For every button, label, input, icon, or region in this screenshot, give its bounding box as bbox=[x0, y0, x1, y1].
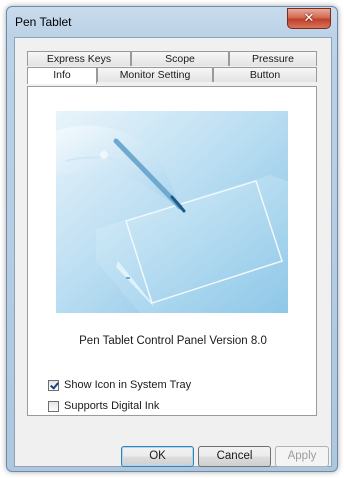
ok-button[interactable]: OK bbox=[121, 446, 194, 467]
tab-scope[interactable]: Scope bbox=[131, 51, 229, 66]
tab-monitor-setting[interactable]: Monitor Setting bbox=[97, 67, 213, 82]
tab-express-keys[interactable]: Express Keys bbox=[27, 51, 131, 66]
tab-row-back: Express Keys Scope Pressure bbox=[27, 51, 317, 67]
pen-tablet-dialog: Pen Tablet ✕ Express Keys Scope Pressure… bbox=[6, 6, 338, 472]
title-bar[interactable]: Pen Tablet ✕ bbox=[7, 7, 337, 37]
dialog-body: Express Keys Scope Pressure Info Monitor… bbox=[14, 37, 332, 467]
pen-tablet-image bbox=[56, 111, 288, 313]
window-title: Pen Tablet bbox=[15, 15, 72, 29]
close-button[interactable]: ✕ bbox=[287, 8, 331, 29]
close-icon: ✕ bbox=[303, 11, 315, 26]
digital-ink-label: Supports Digital Ink bbox=[64, 400, 160, 412]
tab-pressure[interactable]: Pressure bbox=[229, 51, 317, 66]
version-label: Pen Tablet Control Panel Version 8.0 bbox=[79, 335, 267, 347]
digital-ink-checkbox[interactable] bbox=[48, 400, 59, 412]
digital-ink-checkbox-row[interactable]: Supports Digital Ink bbox=[48, 400, 159, 412]
show-icon-tray-checkbox-row[interactable]: Show Icon in System Tray bbox=[48, 379, 191, 391]
tab-info[interactable]: Info bbox=[27, 67, 97, 84]
info-panel: Pen Tablet Control Panel Version 8.0 Sho… bbox=[27, 86, 317, 416]
cancel-button[interactable]: Cancel bbox=[198, 446, 271, 467]
show-icon-tray-checkbox[interactable] bbox=[48, 379, 59, 391]
tab-row-front: Info Monitor Setting Button bbox=[27, 67, 317, 84]
apply-button[interactable]: Apply bbox=[275, 446, 329, 467]
show-icon-tray-label: Show Icon in System Tray bbox=[64, 379, 192, 391]
tab-button[interactable]: Button bbox=[213, 67, 317, 82]
